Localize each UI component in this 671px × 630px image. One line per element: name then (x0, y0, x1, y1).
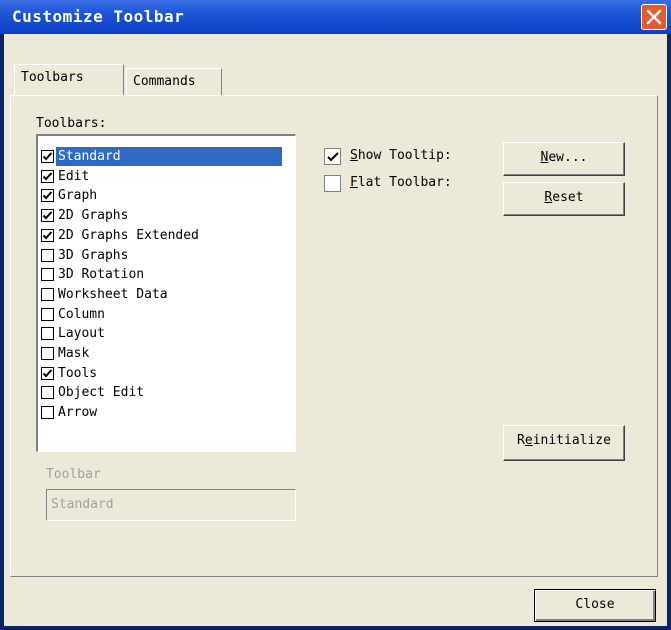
toolbar-item-checkbox[interactable] (41, 366, 54, 380)
toolbar-item-checkbox[interactable] (41, 228, 54, 242)
checkmark-icon (42, 231, 53, 240)
reset-button[interactable]: Reset (503, 182, 625, 216)
toolbar-item-label: 3D Graphs (58, 247, 129, 263)
toolbar-item-checkbox[interactable] (41, 307, 54, 321)
toolbar-item-label: Object Edit (58, 385, 145, 401)
toolbar-list-item[interactable]: 2D Graphs Extended (41, 226, 316, 245)
toolbar-item-label: Mask (58, 346, 90, 361)
window-title: Customize Toolbar (12, 7, 185, 26)
toolbar-item-checkbox[interactable] (41, 268, 54, 282)
toolbar-item-checkbox[interactable] (41, 386, 54, 400)
show-tooltip-checkbox[interactable] (324, 148, 341, 165)
tab-toolbars-label: Toolbars (21, 70, 84, 85)
checkmark-icon (42, 152, 53, 161)
new-button[interactable]: New... (503, 142, 625, 176)
toolbar-list-item[interactable]: Worksheet Data (41, 285, 316, 304)
toolbar-item-checkbox[interactable] (41, 406, 54, 420)
toolbar-item-checkbox[interactable] (41, 150, 54, 163)
toolbar-list-item[interactable]: Edit (41, 167, 316, 186)
toolbar-list-item[interactable]: Graph (41, 186, 316, 205)
toolbar-list-item[interactable]: Standard (41, 147, 316, 166)
tab-commands-label: Commands (133, 74, 196, 89)
toolbar-item-checkbox[interactable] (41, 248, 54, 262)
close-button[interactable]: Close (534, 589, 656, 622)
toolbar-item-label: 3D Rotation (58, 267, 145, 283)
toolbar-item-checkbox[interactable] (41, 287, 54, 301)
flat-toolbar-label[interactable]: Flat Toolbar: (350, 175, 452, 190)
toolbar-item-label: Graph (58, 188, 98, 204)
toolbar-item-checkbox[interactable] (41, 327, 54, 341)
flat-toolbar-checkbox[interactable] (324, 175, 341, 192)
toolbar-name-field[interactable]: Standard (46, 489, 296, 521)
toolbar-item-label: Layout (58, 326, 105, 342)
toolbar-list-item[interactable]: Mask (41, 344, 316, 363)
toolbar-item-label: Standard (56, 147, 282, 166)
toolbar-list-item[interactable]: 3D Graphs (41, 246, 316, 265)
toolbar-item-label: Worksheet Data (58, 286, 168, 302)
checkmark-icon (42, 211, 53, 220)
toolbar-item-checkbox[interactable] (41, 209, 54, 223)
toolbar-item-checkbox[interactable] (41, 169, 54, 183)
close-icon (646, 9, 662, 25)
toolbar-list-item[interactable]: Arrow (41, 403, 316, 422)
toolbar-item-checkbox[interactable] (41, 189, 54, 203)
checkmark-icon (327, 152, 339, 162)
show-tooltip-label[interactable]: Show Tooltip: (350, 148, 452, 163)
checkmark-icon (42, 191, 53, 200)
toolbar-list-item[interactable]: Column (41, 305, 316, 324)
tab-toolbars[interactable]: Toolbars (14, 64, 124, 95)
toolbar-list-item[interactable]: Object Edit (41, 383, 316, 402)
close-window-button[interactable] (641, 4, 667, 30)
toolbar-item-label: 2D Graphs (58, 208, 129, 224)
toolbar-list-item[interactable]: 2D Graphs (41, 206, 316, 225)
toolbar-item-label: Edit (58, 168, 90, 184)
toolbar-item-label: Arrow (58, 405, 98, 421)
toolbar-list-item[interactable]: 3D Rotation (41, 265, 316, 284)
toolbar-list-item[interactable]: Tools (41, 364, 316, 383)
reinitialize-button[interactable]: Reinitialize (503, 425, 625, 461)
checkmark-icon (42, 369, 53, 378)
toolbars-list-label: Toolbars: (36, 116, 107, 131)
tab-commands[interactable]: Commands (126, 68, 222, 96)
toolbar-item-checkbox[interactable] (41, 347, 54, 360)
toolbar-item-label: Column (58, 306, 105, 322)
toolbar-name-label: Toolbar (46, 467, 101, 482)
checkmark-icon (42, 172, 53, 181)
toolbar-item-label: 2D Graphs Extended (58, 227, 199, 243)
toolbar-item-label: Tools (58, 365, 98, 381)
title-bar[interactable]: Customize Toolbar (0, 0, 671, 34)
toolbar-list-item[interactable]: Layout (41, 324, 316, 343)
